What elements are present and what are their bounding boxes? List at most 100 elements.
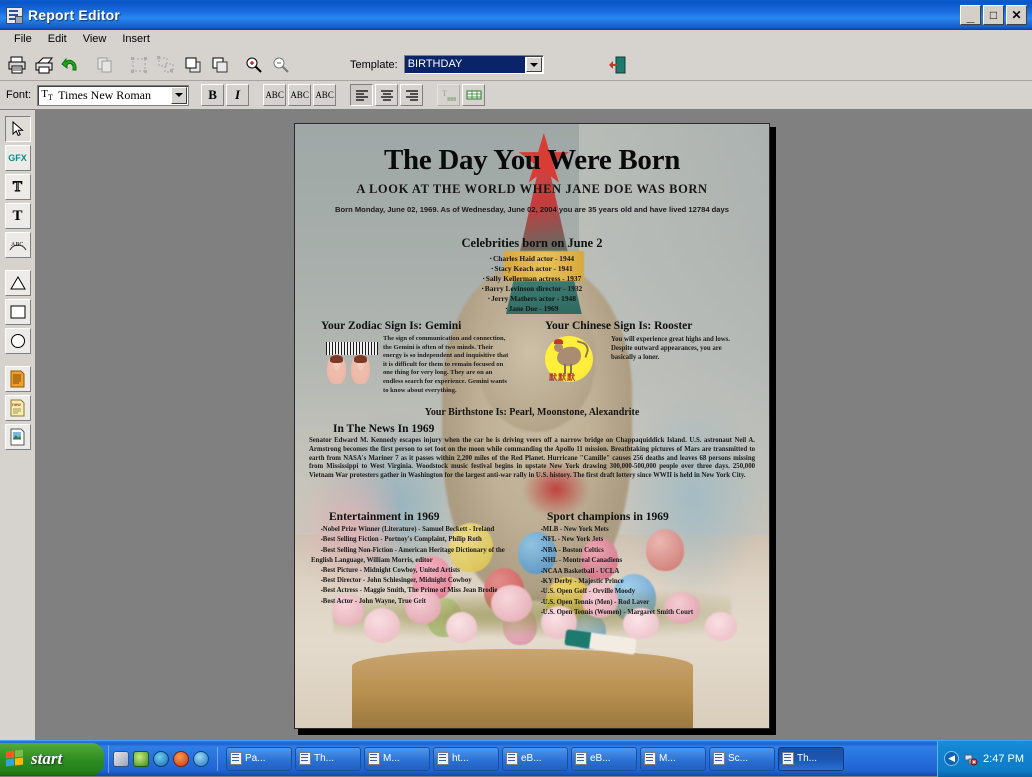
- text-arc-down-button[interactable]: ABC: [263, 84, 287, 106]
- internet-explorer-icon[interactable]: [193, 750, 209, 767]
- list-item: Barry Levinson director - 1932: [295, 284, 769, 294]
- menu-file[interactable]: File: [6, 31, 40, 47]
- task-label: Th...: [797, 753, 818, 764]
- show-desktop-icon[interactable]: [113, 750, 129, 767]
- circle-icon: [10, 334, 25, 348]
- lined-page-icon: [10, 370, 25, 388]
- menu-view[interactable]: View: [75, 31, 115, 47]
- undo-button[interactable]: [58, 51, 84, 78]
- select-arrow-tool[interactable]: [4, 116, 31, 142]
- realplayer-icon[interactable]: [173, 750, 189, 767]
- task-button[interactable]: M...: [640, 746, 706, 771]
- bold-button[interactable]: B: [201, 84, 225, 106]
- media-player-icon[interactable]: [133, 750, 149, 767]
- outlook-icon[interactable]: [153, 750, 169, 767]
- align-right-button[interactable]: [400, 84, 424, 106]
- align-center-icon: [380, 90, 393, 101]
- text-wave-button[interactable]: ABC: [313, 84, 337, 106]
- font-value[interactable]: Times New Roman: [56, 88, 170, 103]
- start-button[interactable]: start: [0, 743, 104, 775]
- magnifier-minus-icon: [273, 57, 289, 73]
- task-label: ht...: [452, 753, 469, 764]
- print-button[interactable]: [4, 51, 30, 78]
- celebrities-list: Charles Haid actor - 1944 Stacy Keach ac…: [295, 254, 769, 315]
- graphic-tool[interactable]: GFX: [4, 145, 31, 171]
- report-page[interactable]: The Day You Were Born A LOOK AT THE WORL…: [294, 123, 770, 729]
- list-item: Charles Haid actor - 1944: [295, 254, 769, 264]
- text-arc-up-button[interactable]: ABC: [288, 84, 312, 106]
- list-item: Best Director - John Schlesinger, Midnig…: [311, 576, 527, 586]
- entertainment-section: Entertainment in 1969 Nobel Prize Winner…: [311, 511, 527, 607]
- menu-bar: File Edit View Insert: [0, 30, 1032, 49]
- copy-button[interactable]: [92, 51, 118, 78]
- group-objects-icon: [131, 56, 147, 73]
- bring-to-front-button[interactable]: [180, 51, 206, 78]
- template-value[interactable]: BIRTHDAY: [404, 56, 525, 73]
- menu-insert[interactable]: Insert: [114, 31, 158, 47]
- table-frame-icon: [466, 90, 482, 100]
- exit-button[interactable]: [603, 51, 630, 78]
- template-combobox[interactable]: BIRTHDAY: [403, 55, 544, 74]
- bold-text-tool[interactable]: T: [4, 203, 31, 229]
- arc-text-tool[interactable]: ABC: [4, 232, 31, 258]
- ungroup-objects-button[interactable]: [153, 51, 179, 78]
- window-icon: [782, 752, 794, 765]
- gemini-sign-image: [323, 338, 381, 390]
- print-preview-button[interactable]: [31, 51, 57, 78]
- window-icon: [437, 752, 449, 765]
- align-center-button[interactable]: [375, 84, 399, 106]
- report-document-icon: [6, 6, 23, 24]
- task-button[interactable]: Th...: [295, 746, 361, 771]
- template-dropdown-arrow[interactable]: [525, 57, 542, 72]
- task-button[interactable]: Pa...: [226, 746, 292, 771]
- zoom-in-button[interactable]: [241, 51, 267, 78]
- rectangle-shape-tool[interactable]: [4, 299, 31, 325]
- task-button[interactable]: eB...: [571, 746, 637, 771]
- taskbar: start Pa... Th... M... ht... eB... eB...…: [0, 740, 1032, 777]
- maximize-glyph: □: [989, 8, 998, 22]
- list-item: Best Selling Non-Fiction - American Heri…: [311, 546, 527, 566]
- task-button-active[interactable]: Th...: [778, 746, 844, 771]
- italic-button[interactable]: I: [226, 84, 250, 106]
- gfx-icon: GFX: [8, 153, 27, 163]
- task-button[interactable]: M...: [364, 746, 430, 771]
- window-icon: [713, 752, 725, 765]
- clock[interactable]: 2:47 PM: [983, 753, 1024, 765]
- triangle-shape-tool[interactable]: [4, 270, 31, 296]
- new-page-tool[interactable]: new: [4, 395, 31, 421]
- table-frame-button[interactable]: [462, 84, 486, 106]
- network-icon[interactable]: [964, 752, 978, 766]
- task-label: eB...: [590, 753, 611, 764]
- image-page-tool[interactable]: [4, 424, 31, 450]
- maximize-button[interactable]: □: [983, 5, 1004, 25]
- undo-arrow-icon: [61, 57, 77, 70]
- font-combobox[interactable]: TT Times New Roman: [37, 84, 190, 106]
- minimize-glyph: _: [966, 8, 975, 24]
- page-subtitle: A LOOK AT THE WORLD WHEN JANE DOE WAS BO…: [356, 182, 708, 196]
- ellipse-shape-tool[interactable]: [4, 328, 31, 354]
- text-block-tool[interactable]: [4, 366, 31, 392]
- text-frame-button[interactable]: T: [437, 84, 461, 106]
- send-to-back-button[interactable]: [207, 51, 233, 78]
- list-item: Best Selling Fiction - Portnoy's Complai…: [311, 535, 527, 545]
- menu-edit[interactable]: Edit: [40, 31, 75, 47]
- minimize-button[interactable]: _: [960, 5, 981, 25]
- font-dropdown-arrow[interactable]: [171, 86, 188, 104]
- zoom-out-button[interactable]: [268, 51, 294, 78]
- document-workspace[interactable]: The Day You Were Born A LOOK AT THE WORL…: [36, 110, 1032, 740]
- close-button[interactable]: ✕: [1006, 5, 1027, 25]
- list-item: NCAA Basketball - UCLA: [533, 567, 757, 577]
- task-label: M...: [659, 753, 676, 764]
- align-left-button[interactable]: [350, 84, 374, 106]
- group-objects-button[interactable]: [126, 51, 152, 78]
- news-heading: In The News In 1969: [333, 423, 435, 435]
- report-content: The Day You Were Born A LOOK AT THE WORL…: [295, 124, 769, 728]
- tray-expand-icon[interactable]: ◀: [944, 751, 960, 766]
- task-button[interactable]: Sc...: [709, 746, 775, 771]
- entertainment-list: Nobel Prize Winner (Literature) - Samuel…: [311, 525, 527, 607]
- start-label: start: [31, 749, 63, 768]
- task-button[interactable]: ht...: [433, 746, 499, 771]
- task-label: eB...: [521, 753, 542, 764]
- outline-text-tool[interactable]: T: [4, 174, 31, 200]
- task-button[interactable]: eB...: [502, 746, 568, 771]
